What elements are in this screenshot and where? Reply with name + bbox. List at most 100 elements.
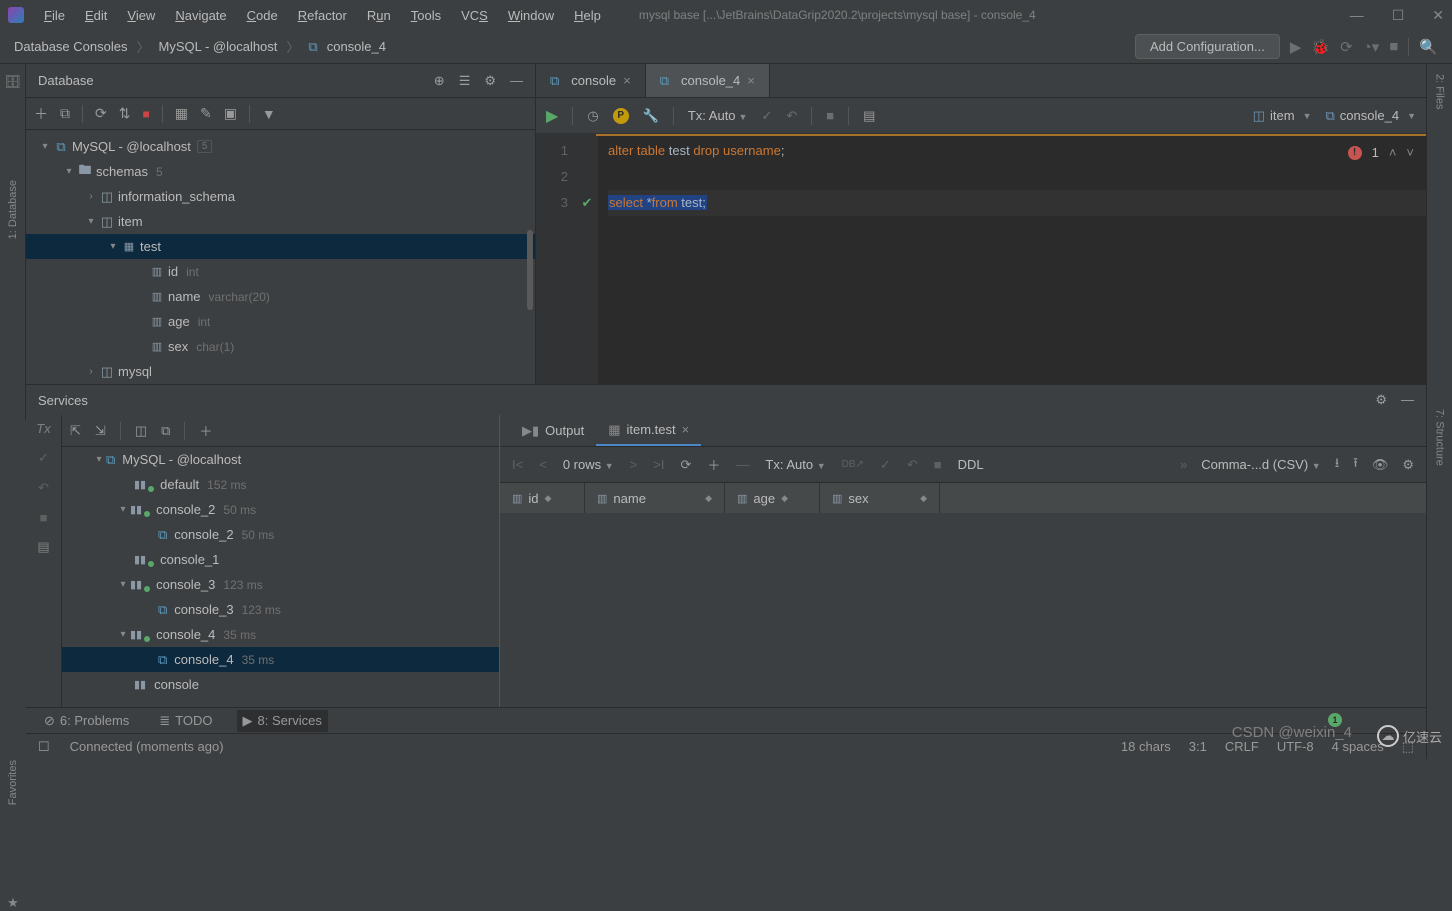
- tree-column-id[interactable]: ▥ id int: [26, 259, 535, 284]
- schema-chip[interactable]: ◫item▼: [1253, 108, 1312, 124]
- status-pos[interactable]: 3:1: [1189, 739, 1207, 754]
- filter-icon[interactable]: ☰: [459, 73, 471, 89]
- editor-tab-console[interactable]: ⧉ console ×: [536, 64, 646, 97]
- edit-icon[interactable]: ✎: [200, 105, 212, 122]
- settings-icon[interactable]: ⚙: [484, 73, 496, 89]
- rollback-icon[interactable]: ↶: [38, 480, 49, 496]
- svc-console[interactable]: ▮▮ console: [62, 672, 499, 697]
- layout-icon[interactable]: ▤: [863, 108, 875, 124]
- svc-datasource[interactable]: ▾ ⧉ MySQL - @localhost: [62, 447, 499, 472]
- add-icon[interactable]: ＋: [199, 421, 212, 440]
- explain-plan-icon[interactable]: P: [613, 108, 629, 124]
- tx-mode-select[interactable]: Tx: Auto ▼: [765, 457, 825, 472]
- tab-todo[interactable]: ≣TODO: [153, 710, 218, 732]
- add-datasource-icon[interactable]: ⊕: [434, 73, 445, 89]
- upload-icon[interactable]: ⭱: [1353, 454, 1358, 476]
- rollback-icon[interactable]: ↶: [786, 108, 797, 124]
- tab-problems[interactable]: ⊘6: Problems: [38, 710, 135, 732]
- run-icon[interactable]: ▶: [1290, 38, 1302, 56]
- svc-console3[interactable]: ⧉ console_3 123 ms: [62, 597, 499, 622]
- group-icon[interactable]: ◫: [135, 423, 147, 439]
- filter-icon[interactable]: ⧉: [161, 423, 170, 439]
- tree-schema-mysql[interactable]: › ◫ mysql: [26, 359, 535, 384]
- status-crlf[interactable]: CRLF: [1225, 739, 1259, 754]
- view-icon[interactable]: 👁: [1372, 457, 1389, 473]
- hide-panel-icon[interactable]: —: [1401, 392, 1414, 408]
- status-indent[interactable]: 4 spaces: [1332, 739, 1384, 754]
- status-icon[interactable]: ☐: [38, 739, 50, 755]
- rail-structure[interactable]: 7: Structure: [1434, 409, 1446, 466]
- tx-mode-select[interactable]: Tx: Auto▼: [688, 108, 748, 123]
- search-icon[interactable]: 🔍: [1419, 38, 1438, 56]
- menu-file[interactable]: File: [36, 5, 73, 26]
- tree-schema-item[interactable]: ▾ ◫ item: [26, 209, 535, 234]
- crumb-0[interactable]: Database Consoles: [14, 39, 127, 54]
- settings-icon[interactable]: ⚙: [1375, 392, 1387, 408]
- chevron-right-icon[interactable]: ›: [84, 366, 98, 377]
- stop-icon[interactable]: ■: [40, 510, 48, 525]
- session-chip[interactable]: ⧉console_4▼: [1326, 108, 1417, 124]
- result-grid[interactable]: [500, 513, 1426, 707]
- stop-icon[interactable]: ■: [142, 107, 149, 121]
- download-icon[interactable]: ⭳: [1335, 454, 1340, 476]
- stop-icon[interactable]: ■: [1389, 38, 1398, 55]
- svc-console3-group[interactable]: ▾ ▮▮ console_3 123 ms: [62, 572, 499, 597]
- col-id[interactable]: ▥id◆: [500, 483, 585, 513]
- crumb-1[interactable]: MySQL - @localhost: [158, 39, 277, 54]
- prev-page-icon[interactable]: <: [539, 457, 547, 472]
- col-sex[interactable]: ▥sex◆: [820, 483, 940, 513]
- history-icon[interactable]: ◷: [587, 108, 598, 124]
- menu-view[interactable]: View: [119, 5, 163, 26]
- chevron-down-icon[interactable]: ▾: [116, 504, 130, 515]
- wrench-icon[interactable]: 🔧: [643, 108, 659, 124]
- debug-icon[interactable]: 🐞: [1311, 38, 1330, 56]
- reload-icon[interactable]: ⟳: [680, 457, 691, 473]
- next-page-icon[interactable]: >: [630, 457, 638, 472]
- minimize-button[interactable]: —: [1350, 7, 1364, 24]
- filter-tree-icon[interactable]: ▼: [262, 106, 276, 122]
- tree-datasource[interactable]: ▾ ⧉ MySQL - @localhost 5: [26, 134, 535, 159]
- submit-icon[interactable]: ✓: [880, 457, 891, 473]
- svc-default[interactable]: ▮▮ default 152 ms: [62, 472, 499, 497]
- tree-column-sex[interactable]: ▥ sex char(1): [26, 334, 535, 359]
- sort-icon[interactable]: ◆: [920, 493, 927, 504]
- layout-icon[interactable]: ▤: [37, 539, 49, 555]
- execute-icon[interactable]: ▶: [546, 106, 558, 126]
- add-row-icon[interactable]: ＋: [707, 455, 720, 474]
- menu-run[interactable]: Run: [359, 5, 399, 26]
- db-commit-icon[interactable]: DB↗: [842, 459, 864, 470]
- new-icon[interactable]: ＋: [34, 104, 48, 124]
- remove-row-icon[interactable]: —: [736, 457, 749, 472]
- collapse-icon[interactable]: ⇲: [95, 423, 106, 439]
- menu-edit[interactable]: Edit: [77, 5, 115, 26]
- svc-console4[interactable]: ⧉ console_4 35 ms: [62, 647, 499, 672]
- more-icon[interactable]: »: [1180, 457, 1187, 472]
- expand-icon[interactable]: ⇱: [70, 423, 81, 439]
- menu-tools[interactable]: Tools: [403, 5, 449, 26]
- close-tab-icon[interactable]: ×: [747, 73, 755, 88]
- sort-icon[interactable]: ◆: [705, 493, 712, 504]
- database-tree[interactable]: ▾ ⧉ MySQL - @localhost 5 ▾ 🖿 schemas 5 ›…: [26, 130, 535, 384]
- settings-icon[interactable]: ⚙: [1402, 457, 1414, 473]
- rail-database[interactable]: 1: Database: [7, 180, 19, 239]
- chevron-down-icon[interactable]: ▾: [84, 216, 98, 227]
- refresh-icon[interactable]: ⟳: [95, 105, 107, 122]
- chevron-down-icon[interactable]: ▾: [106, 241, 120, 252]
- col-age[interactable]: ▥age◆: [725, 483, 820, 513]
- menu-help[interactable]: Help: [566, 5, 609, 26]
- menu-vcs[interactable]: VCS: [453, 5, 496, 26]
- duplicate-icon[interactable]: ⧉: [60, 105, 70, 122]
- services-tree[interactable]: ▾ ⧉ MySQL - @localhost ▮▮ default 152 ms…: [62, 447, 499, 707]
- console-toolbar-icon[interactable]: ▣: [224, 105, 237, 122]
- add-configuration-button[interactable]: Add Configuration...: [1135, 34, 1280, 59]
- table-view-icon[interactable]: ▦: [175, 105, 188, 122]
- coverage-icon[interactable]: ⟳: [1340, 38, 1353, 56]
- menu-refactor[interactable]: Refactor: [290, 5, 355, 26]
- sync-icon[interactable]: ⇅: [119, 105, 131, 122]
- profile-icon[interactable]: ◔▾: [1363, 38, 1380, 56]
- menu-window[interactable]: Window: [500, 5, 562, 26]
- close-tab-icon[interactable]: ×: [623, 73, 631, 88]
- tree-column-name[interactable]: ▥ name varchar(20): [26, 284, 535, 309]
- code-body[interactable]: alter table test drop username; select *…: [598, 134, 1426, 384]
- code-editor[interactable]: 1 2 3 ✔ alter table test drop username; …: [536, 134, 1426, 384]
